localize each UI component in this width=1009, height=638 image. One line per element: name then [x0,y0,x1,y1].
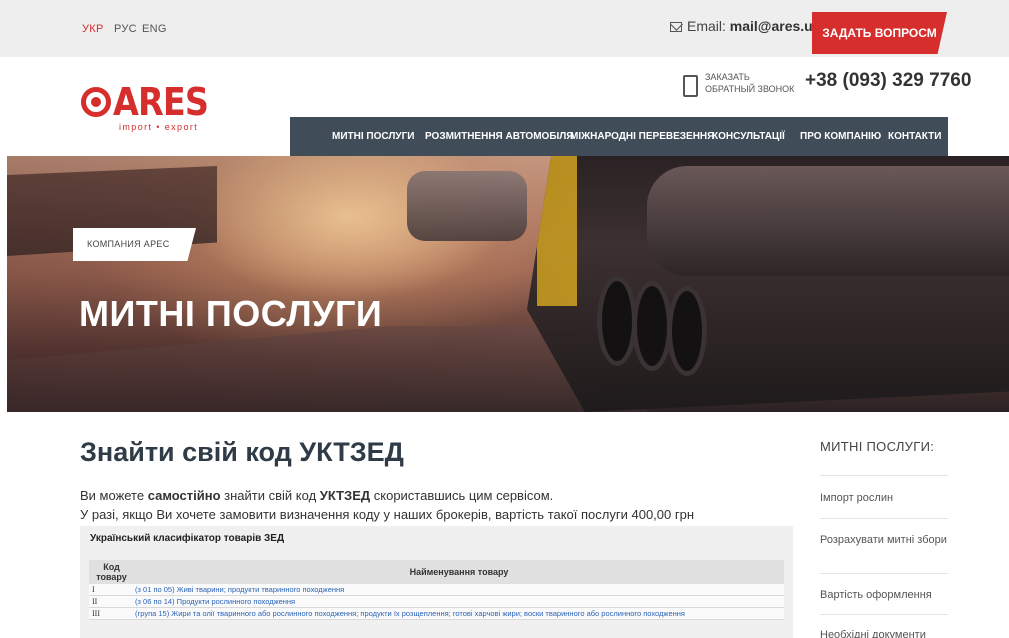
column-header-name: Найменування товару [409,567,509,577]
callback-label: ЗАКАЗАТЬ ОБРАТНЫЙ ЗВОНОК [705,72,795,94]
ask-question-button[interactable]: ЗАДАТЬ ВОПРОСМ [812,12,947,54]
email-contact[interactable]: Email: mail@ares.ua [670,18,821,34]
classifier-title: Український класифікатор товарів ЗЕД [90,533,285,544]
callback-request[interactable]: ЗАКАЗАТЬ ОБРАТНЫЙ ЗВОНОК [683,71,795,101]
logo-tagline: import • export [119,122,199,132]
logo-name: ARES [113,80,209,124]
table-row: I (з 01 по 05) Живі тварини; продукти тв… [89,584,784,596]
sidebar-item-calculate-duties[interactable]: Розрахувати митні збори [820,533,948,548]
sidebar-divider [820,573,948,574]
table-row: III (група 15) Жири та олії тваринного а… [89,608,784,620]
row-name-link[interactable]: (з 06 по 14) Продукти рослинного походже… [135,597,295,606]
nav-item-international-transport[interactable]: МІЖНАРОДНІ ПЕРЕВЕЗЕННЯ [570,117,714,156]
lang-eng-link[interactable]: ENG [142,23,167,35]
row-name-link[interactable]: (група 15) Жири та олії тваринного або р… [135,609,685,618]
lang-rus-link[interactable]: РУС [114,23,137,35]
ares-logo[interactable]: ARES import • export [81,82,211,132]
nav-item-customs-services[interactable]: МИТНІ ПОСЛУГИ [332,117,414,156]
emphasis-text: УКТЗЕД [319,488,371,503]
row-code: I [92,585,95,594]
row-name-link[interactable]: (з 01 по 05) Живі тварини; продукти твар… [135,585,344,594]
row-code: III [92,609,100,618]
sidebar-divider [820,614,948,615]
nav-item-contacts[interactable]: КОНТАКТИ [888,117,941,156]
classifier-table: Код товару Найменування товару I (з 01 п… [89,560,784,620]
nav-item-consultations[interactable]: КОНСУЛЬТАЦІЇ [712,117,785,156]
email-value[interactable]: mail@ares.ua [730,18,821,34]
nav-item-about[interactable]: ПРО КОМПАНІЮ [800,117,881,156]
row-code: II [92,597,98,606]
sidebar-divider [820,475,948,476]
breadcrumb[interactable]: КОМПАНИЯ АРЕС [73,228,196,261]
column-header-code: Код товару [96,562,127,582]
sidebar-divider [820,518,948,519]
section-title: Знайти свій код УКТЗЕД [80,437,404,467]
sidebar-item-required-documents[interactable]: Необхідні документи [820,628,948,638]
sidebar-title: МИТНІ ПОСЛУГИ: [820,439,935,454]
sidebar-item-plant-import[interactable]: Імпорт рослин [820,491,948,506]
nav-item-car-clearance[interactable]: РОЗМИТНЕННЯ АВТОМОБІЛЯ [425,117,574,156]
table-row: II (з 06 по 14) Продукти рослинного похо… [89,596,784,608]
pricing-text: У разі, якщо Ви хочете замовити визначен… [80,507,695,522]
hero-banner [7,156,1009,412]
emphasis-text: самостійно [147,488,221,503]
email-label: Email: [687,18,726,34]
logo-mark-icon [81,87,111,117]
lang-ukr-link[interactable]: УКР [82,23,104,35]
envelope-icon [670,22,682,32]
phone-number[interactable]: +38 (093) 329 7760 [805,70,971,92]
hero-overlay [7,156,1009,412]
mobile-phone-icon [683,75,698,97]
table-header: Код товару Найменування товару [89,560,784,584]
classifier-panel: Український класифікатор товарів ЗЕД Код… [80,526,793,638]
sidebar-item-clearance-cost[interactable]: Вартість оформлення [820,588,948,603]
intro-text: Ви можете самостійно знайти свій код УКТ… [80,488,554,503]
top-bar: УКР РУС ENG Email: mail@ares.ua ЗАДАТЬ В… [0,0,1009,57]
page-title: МИТНІ ПОСЛУГИ [79,293,383,334]
main-nav: МИТНІ ПОСЛУГИ РОЗМИТНЕННЯ АВТОМОБІЛЯ МІЖ… [290,117,948,156]
